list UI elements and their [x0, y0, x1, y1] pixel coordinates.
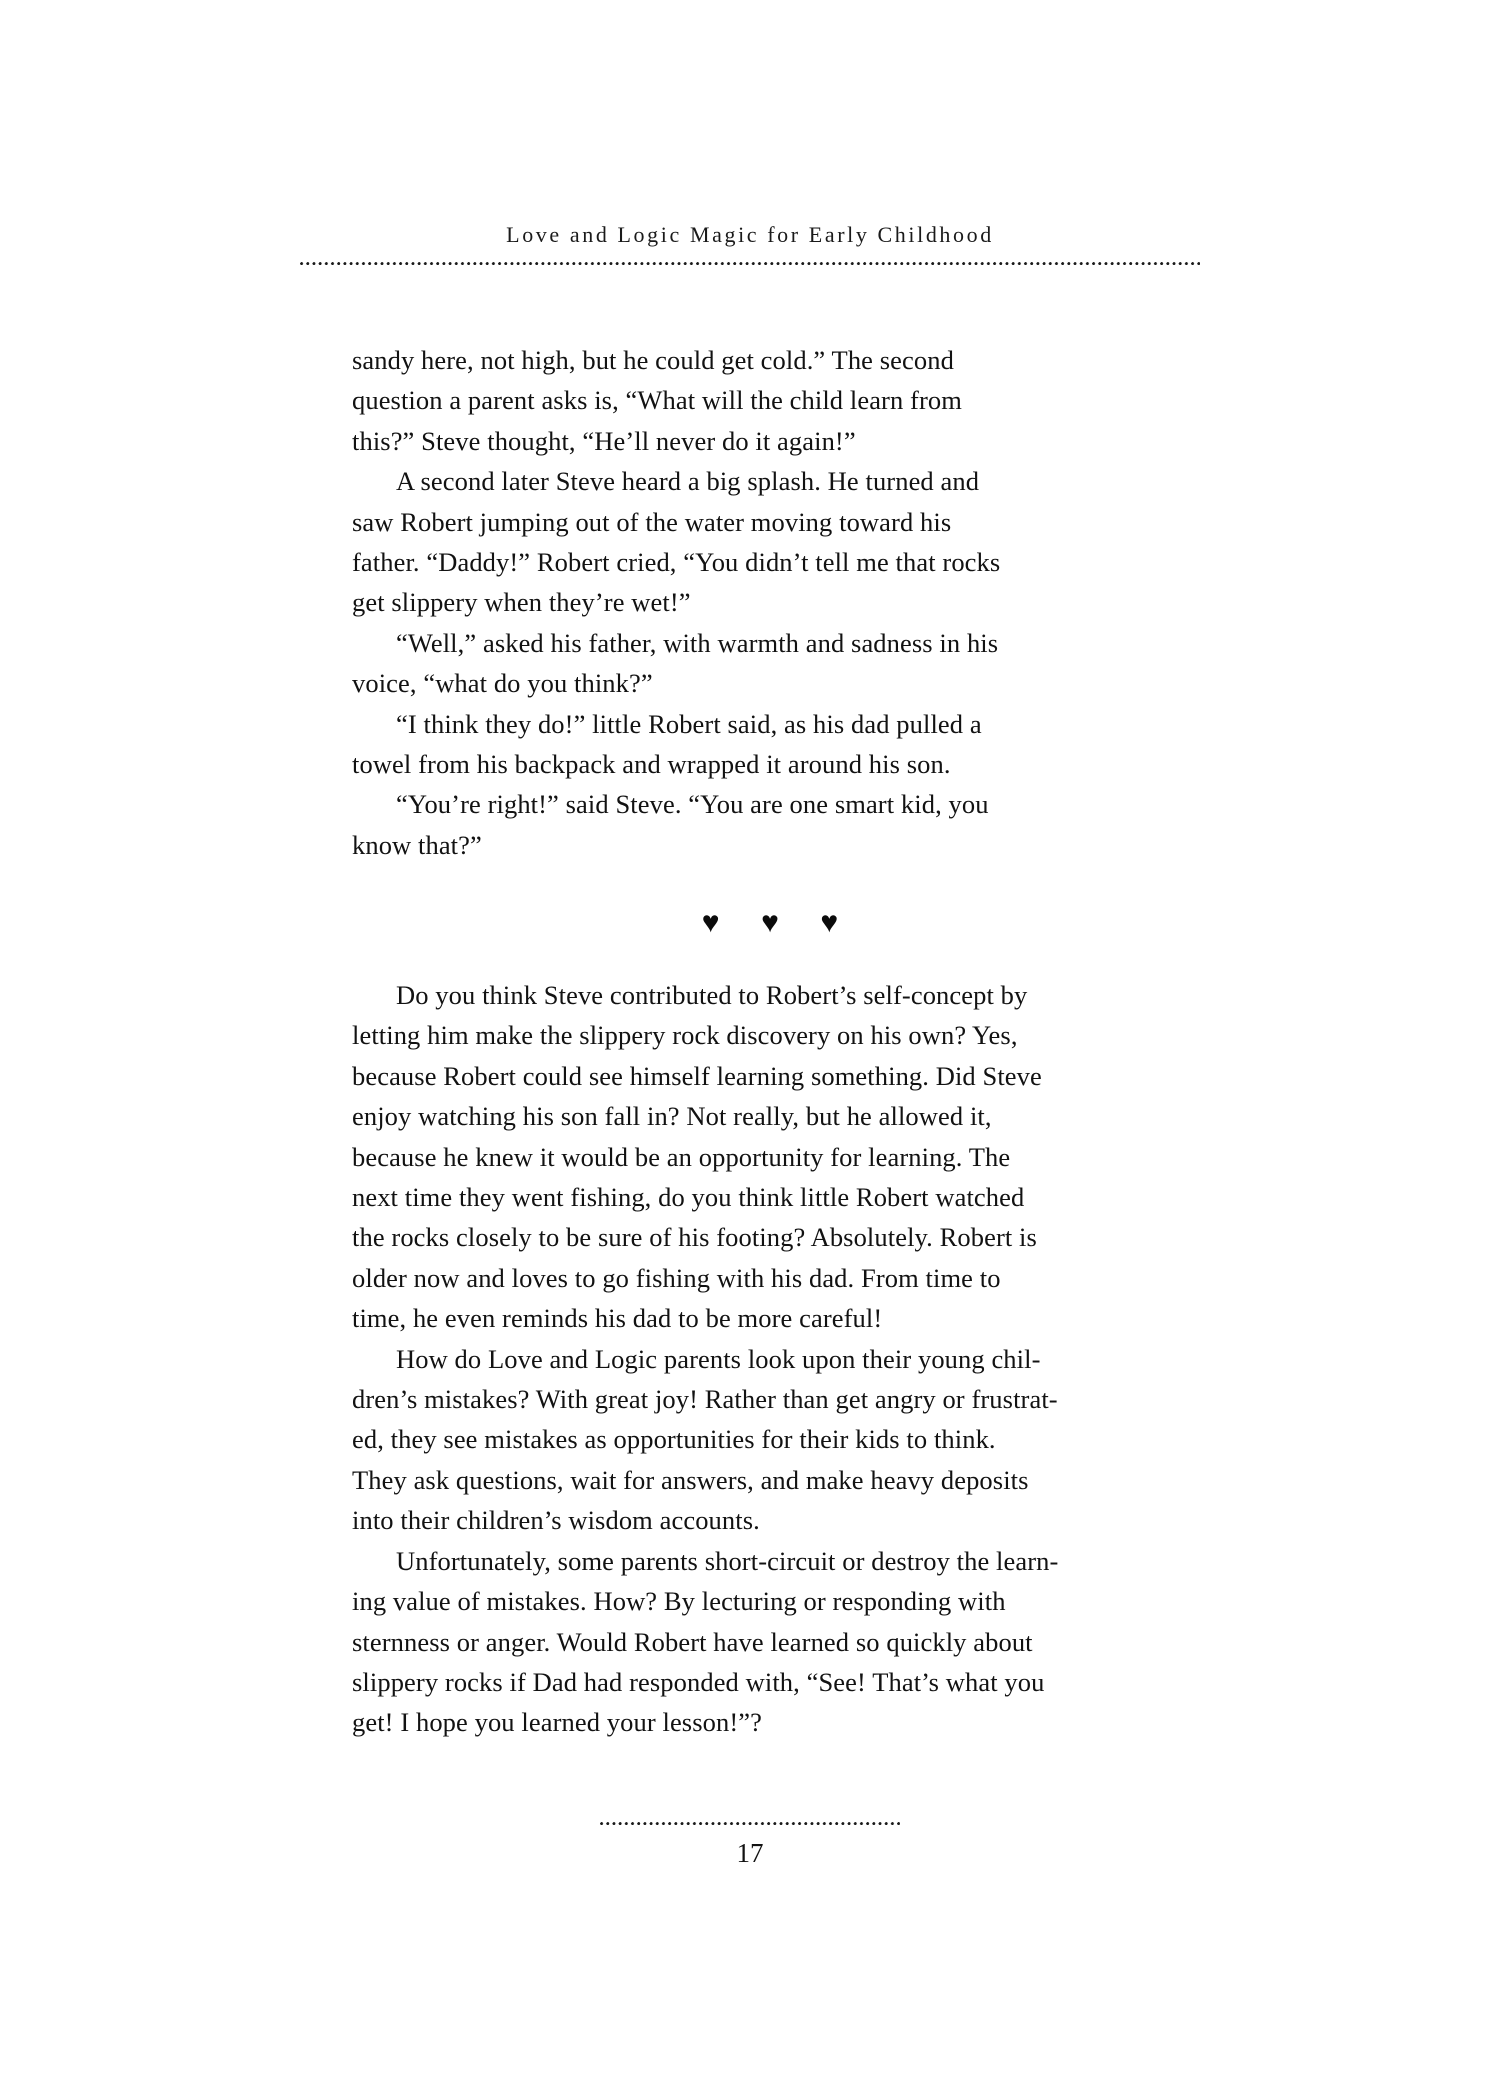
body-lower-line: time, he even reminds his dad to be more… — [352, 1303, 883, 1334]
body-upper-line: “Well,” asked his father, with warmth an… — [396, 627, 999, 658]
body-lower-line: older now and loves to go fishing with h… — [352, 1262, 1001, 1293]
body-upper-line: A second later Steve heard a big splash.… — [396, 466, 980, 497]
body-upper-line: know that?” — [352, 829, 482, 860]
body-upper-line: “I think they do!” little Robert said, a… — [396, 708, 982, 739]
footer-dotted-rule — [600, 1822, 900, 1827]
header-dotted-rule — [300, 262, 1200, 267]
body-lower-line: the rocks closely to be sure of his foot… — [352, 1222, 1037, 1253]
body-lower-line: next time they went fishing, do you thin… — [352, 1182, 1025, 1213]
body-lower-line: enjoy watching his son fall in? Not real… — [352, 1101, 992, 1132]
body-lower-line: dren’s mistakes? With great joy! Rather … — [352, 1384, 1058, 1415]
body-lower-line: into their children’s wisdom accounts. — [352, 1505, 760, 1536]
body-upper-line: saw Robert jumping out of the water movi… — [352, 506, 952, 537]
body-lower-line: ing value of mistakes. How? By lecturing… — [352, 1586, 1006, 1617]
body-upper-line: question a parent asks is, “What will th… — [352, 385, 962, 416]
body-upper-line: voice, “what do you think?” — [352, 668, 653, 699]
body-upper-line: this?” Steve thought, “He’ll never do it… — [352, 425, 856, 456]
body-lower-line: letting him make the slippery rock disco… — [352, 1020, 1018, 1051]
body-text-upper: sandy here, not high, but he could get c… — [352, 340, 1188, 865]
body-lower-line: get! I hope you learned your lesson!”? — [352, 1707, 762, 1738]
body-lower-line: Unfortunately, some parents short-circui… — [396, 1545, 1059, 1576]
body-upper-line: towel from his backpack and wrapped it a… — [352, 749, 951, 780]
body-lower-line: They ask questions, wait for answers, an… — [352, 1464, 1029, 1495]
body-text-lower: Do you think Steve contributed to Robert… — [352, 975, 1188, 1743]
body-upper-line: “You’re right!” said Steve. “You are one… — [396, 789, 989, 820]
body-lower-line: sternness or anger. Would Robert have le… — [352, 1626, 1033, 1657]
body-upper-line: get slippery when they’re wet!” — [352, 587, 691, 618]
body-upper-line: sandy here, not high, but he could get c… — [352, 345, 954, 375]
body-upper-line: father. “Daddy!” Robert cried, “You didn… — [352, 547, 1001, 578]
book-page: Love and Logic Magic for Early Childhood… — [0, 0, 1500, 2100]
body-lower-line: ed, they see mistakes as opportunities f… — [352, 1424, 996, 1455]
body-lower-line: because he knew it would be an opportuni… — [352, 1141, 1011, 1172]
running-head: Love and Logic Magic for Early Childhood — [506, 222, 994, 247]
body-lower-line: Do you think Steve contributed to Robert… — [396, 980, 1028, 1010]
page-number: 17 — [736, 1838, 764, 1868]
body-lower-line: slippery rocks if Dad had responded with… — [352, 1666, 1045, 1697]
body-lower-line: How do Love and Logic parents look upon … — [396, 1343, 1041, 1374]
body-lower-line: because Robert could see himself learnin… — [352, 1060, 1042, 1091]
heart-ornament-divider: ♥ ♥ ♥ — [701, 906, 856, 939]
